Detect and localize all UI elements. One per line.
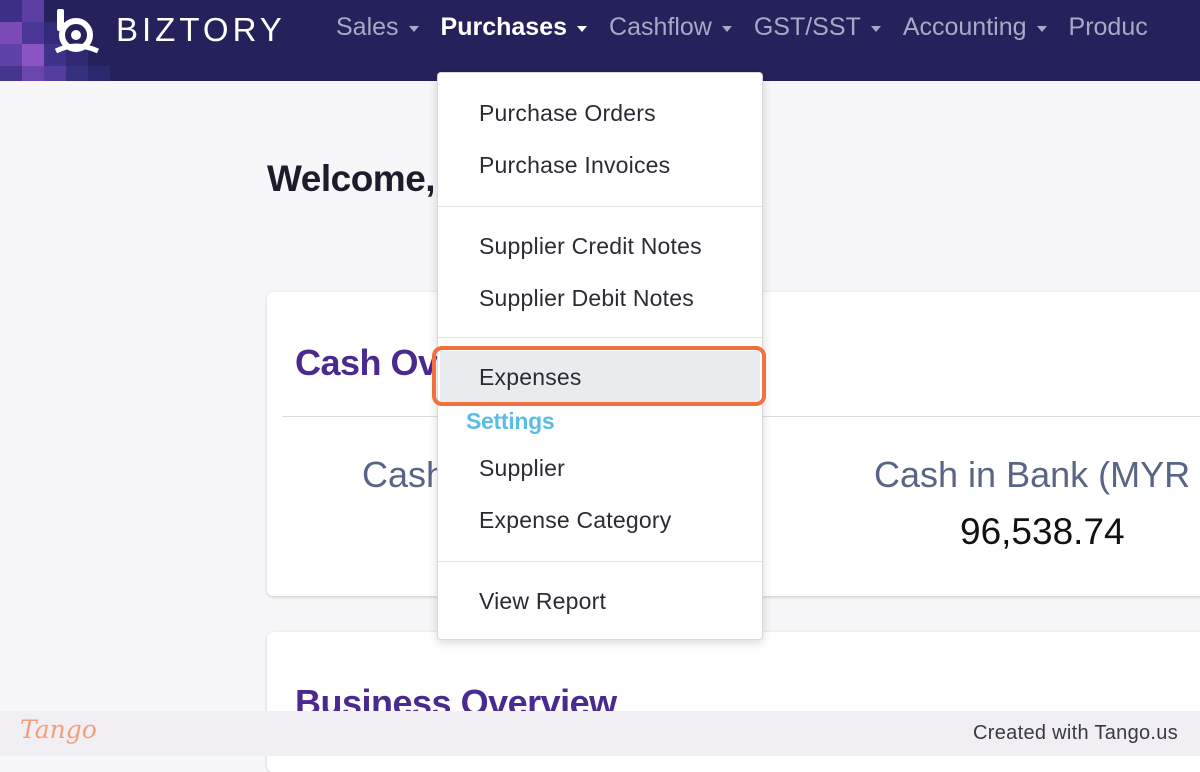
nav-gst-sst[interactable]: GST/SST xyxy=(754,13,881,42)
menu-section-settings: Settings xyxy=(466,408,555,434)
main-nav: Sales Purchases Cashflow GST/SST Account… xyxy=(336,13,1170,42)
chevron-down-icon xyxy=(408,26,419,32)
menu-divider xyxy=(438,337,762,338)
nav-cashflow[interactable]: Cashflow xyxy=(609,13,732,42)
menu-item-supplier-credit-notes[interactable]: Supplier Credit Notes xyxy=(479,233,702,260)
nav-products[interactable]: Produc xyxy=(1069,13,1148,42)
menu-item-purchase-orders[interactable]: Purchase Orders xyxy=(479,100,656,127)
nav-sales[interactable]: Sales xyxy=(336,13,419,42)
menu-item-view-report[interactable]: View Report xyxy=(479,588,606,615)
tutorial-highlight-ring xyxy=(432,346,766,406)
brand-name[interactable]: BIZTORY xyxy=(116,11,286,49)
cash-in-bank-value: 96,538.74 xyxy=(960,511,1125,552)
menu-item-expense-category[interactable]: Expense Category xyxy=(479,507,671,534)
chevron-down-icon xyxy=(721,26,732,32)
cash-in-bank-label: Cash in Bank (MYR xyxy=(874,454,1191,495)
biztory-logo-icon xyxy=(54,9,100,54)
welcome-heading: Welcome, xyxy=(267,158,436,199)
cash-label: Cash xyxy=(362,454,447,495)
nav-label: Produc xyxy=(1068,13,1148,41)
created-with-tango-text: Created with Tango.us xyxy=(973,722,1178,744)
nav-label: Purchases xyxy=(440,13,568,41)
nav-accounting[interactable]: Accounting xyxy=(903,13,1047,42)
nav-label: GST/SST xyxy=(753,13,861,41)
chevron-down-icon xyxy=(577,26,588,32)
top-navbar: BIZTORY Sales Purchases Cashflow GST/SST… xyxy=(0,0,1200,81)
nav-label: Sales xyxy=(336,13,399,41)
menu-item-supplier[interactable]: Supplier xyxy=(479,455,565,482)
chevron-down-icon xyxy=(870,26,881,32)
menu-divider xyxy=(438,206,762,207)
nav-label: Cashflow xyxy=(609,13,712,41)
cash-overview-title: Cash Ov xyxy=(295,342,438,383)
nav-label: Accounting xyxy=(902,13,1027,41)
tango-logo: Tango xyxy=(20,715,97,744)
menu-divider xyxy=(438,561,762,562)
chevron-down-icon xyxy=(1036,26,1047,32)
menu-item-purchase-invoices[interactable]: Purchase Invoices xyxy=(479,152,670,179)
menu-item-supplier-debit-notes[interactable]: Supplier Debit Notes xyxy=(479,285,694,312)
nav-purchases[interactable]: Purchases xyxy=(440,13,588,42)
tango-footer: Tango Created with Tango.us xyxy=(0,711,1200,756)
